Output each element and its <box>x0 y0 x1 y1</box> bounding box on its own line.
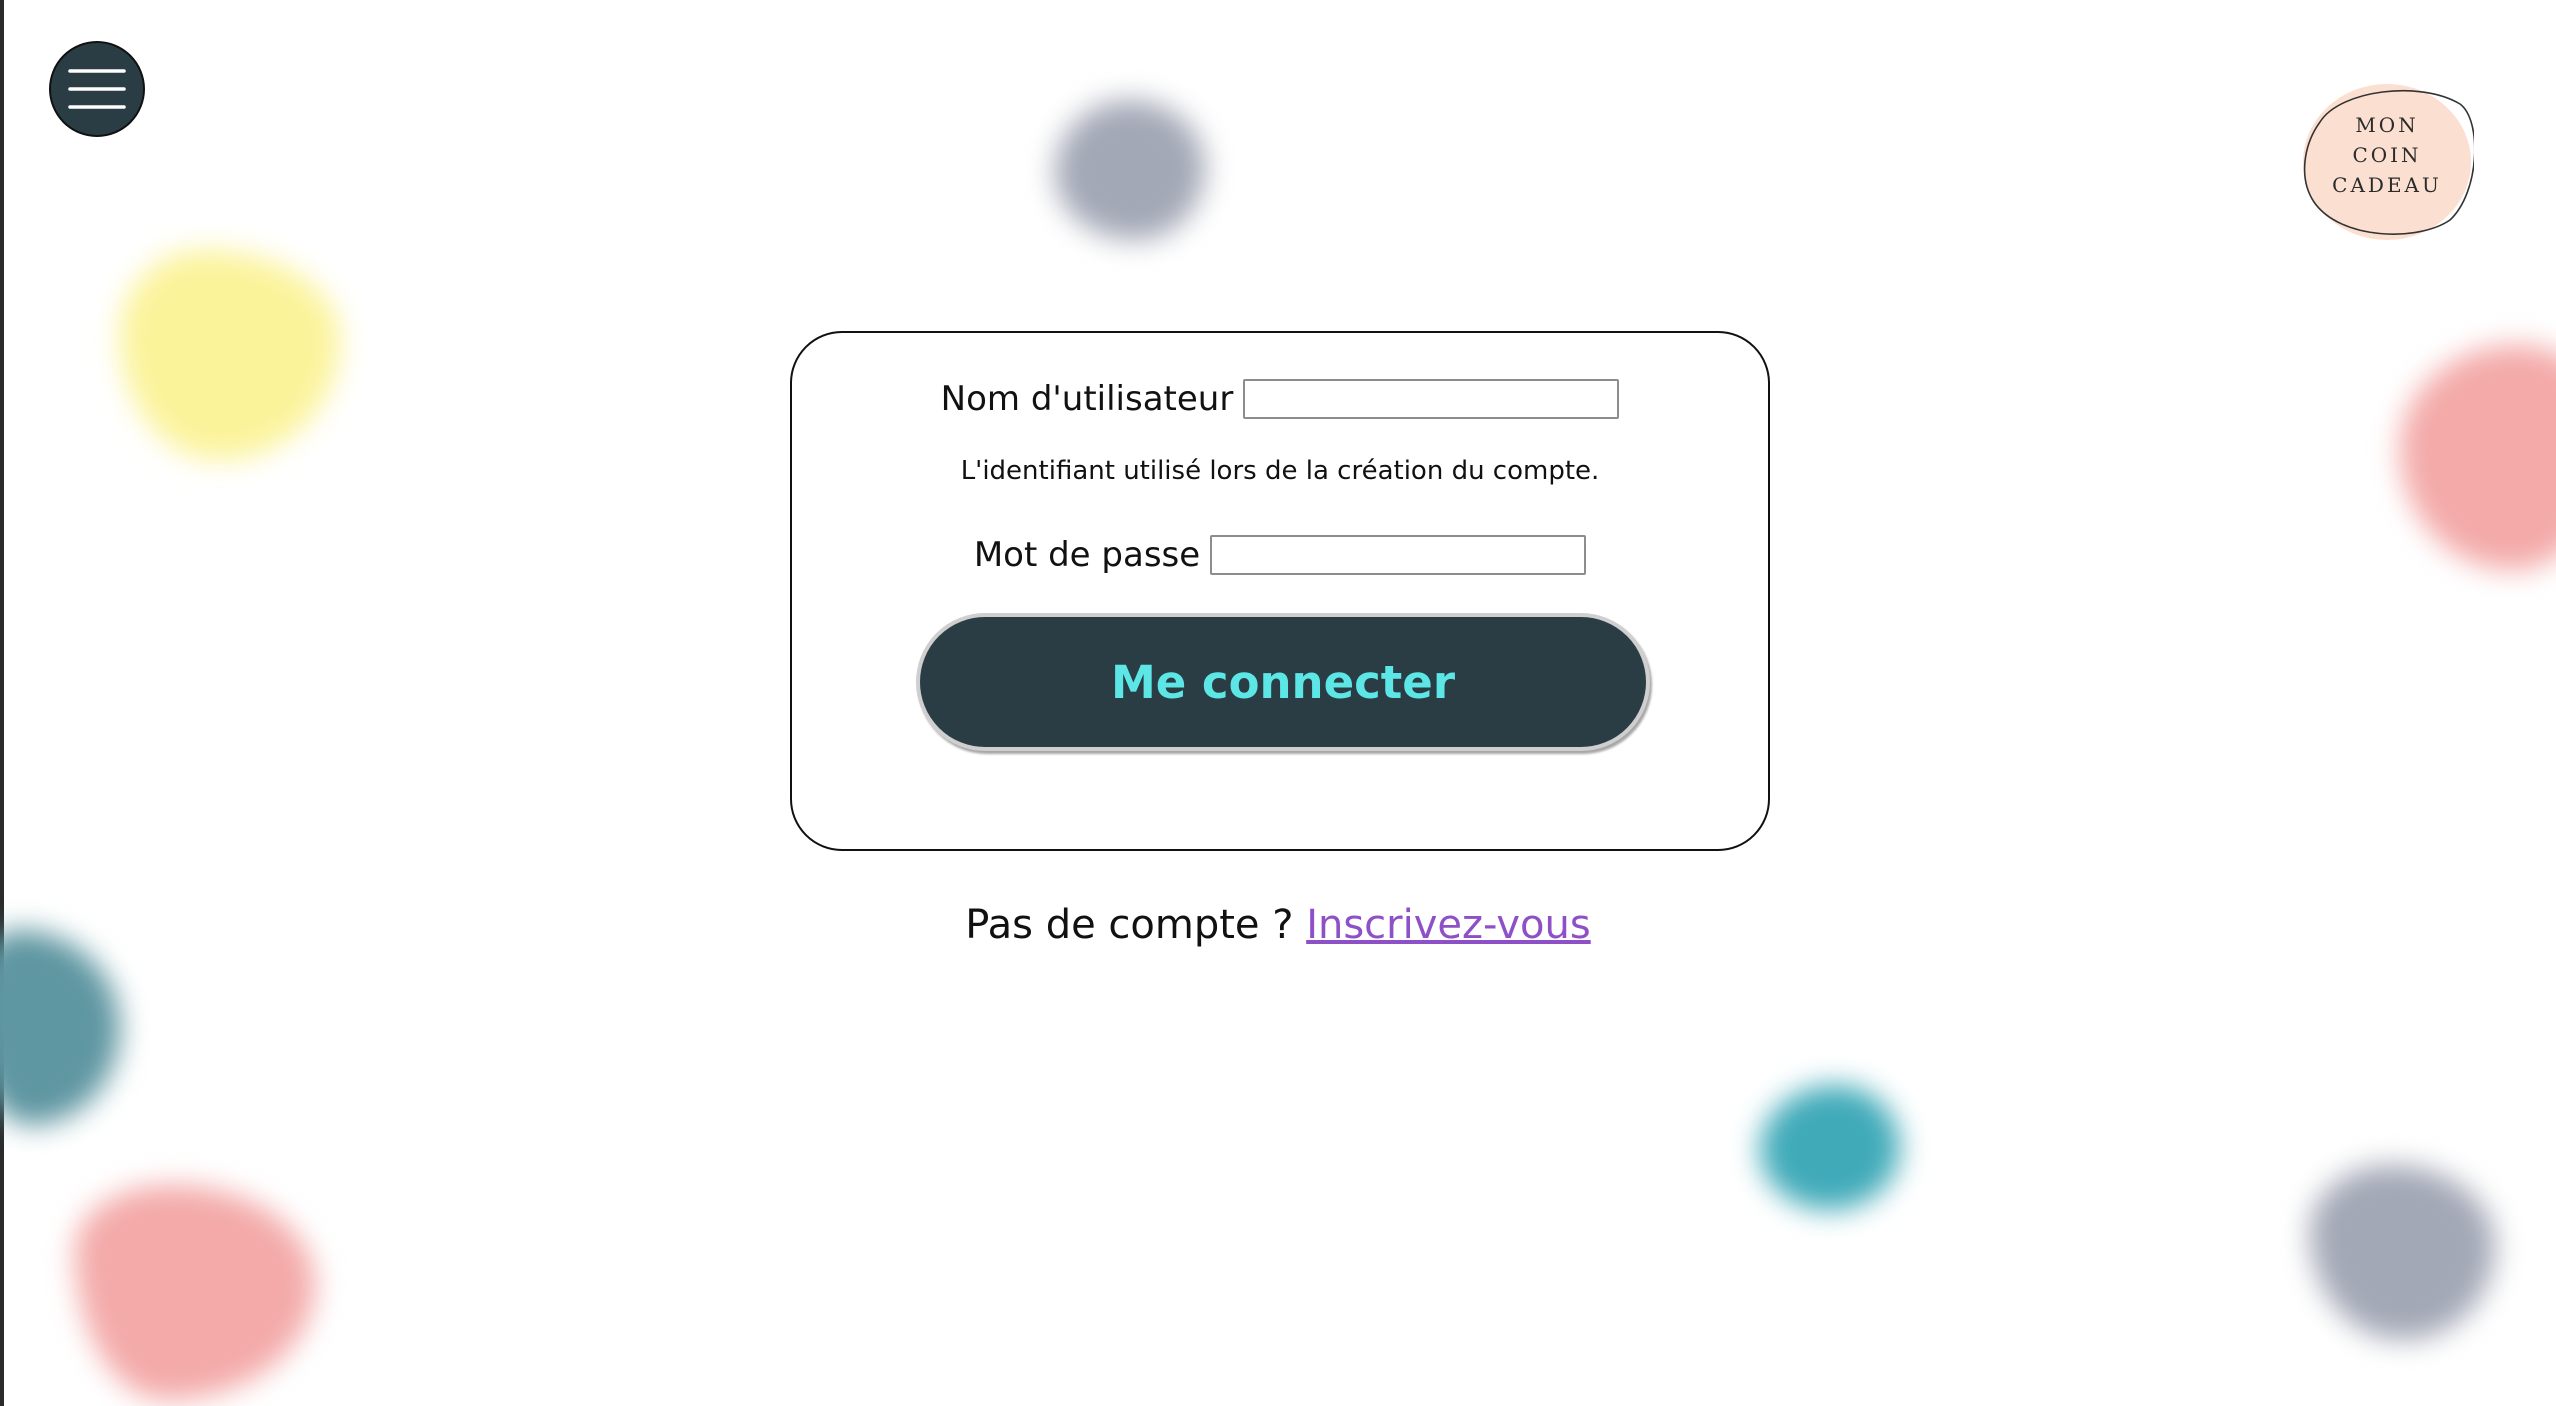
decorative-blob-yellow <box>120 250 340 460</box>
site-logo[interactable]: MON COIN CADEAU <box>2300 82 2474 242</box>
signup-prompt: Pas de compte ? Inscrivez-vous <box>0 902 2556 948</box>
username-row: Nom d'utilisateur <box>792 379 1768 419</box>
login-button-label: Me connecter <box>1110 655 1456 709</box>
hamburger-menu-icon <box>68 69 126 109</box>
logo-line: MON <box>2355 113 2419 137</box>
menu-button[interactable] <box>49 41 145 137</box>
login-form-card: Nom d'utilisateur L'identifiant utilisé … <box>790 331 1770 851</box>
window-left-edge <box>0 0 4 1406</box>
username-input[interactable] <box>1243 379 1620 419</box>
decorative-blob-pink <box>75 1185 315 1400</box>
password-label: Mot de passe <box>973 535 1201 575</box>
signup-link[interactable]: Inscrivez-vous <box>1306 902 1591 948</box>
decorative-blob-teal <box>0 930 120 1125</box>
logo-line: COIN <box>2352 143 2422 167</box>
logo-line: CADEAU <box>2332 173 2442 197</box>
login-button[interactable]: Me connecter <box>916 613 1650 751</box>
decorative-blob-pink <box>2400 345 2556 570</box>
password-row: Mot de passe <box>792 535 1768 575</box>
decorative-blob-cyan <box>1760 1085 1900 1210</box>
password-input[interactable] <box>1210 535 1587 575</box>
username-hint: L'identifiant utilisé lors de la créatio… <box>960 456 1600 486</box>
decorative-blob-gray <box>2310 1165 2495 1340</box>
decorative-blob-gray <box>1055 100 1205 240</box>
logo-text: MON COIN CADEAU <box>2300 110 2474 200</box>
signup-prompt-text: Pas de compte ? <box>965 902 1307 948</box>
username-label: Nom d'utilisateur <box>940 379 1234 419</box>
